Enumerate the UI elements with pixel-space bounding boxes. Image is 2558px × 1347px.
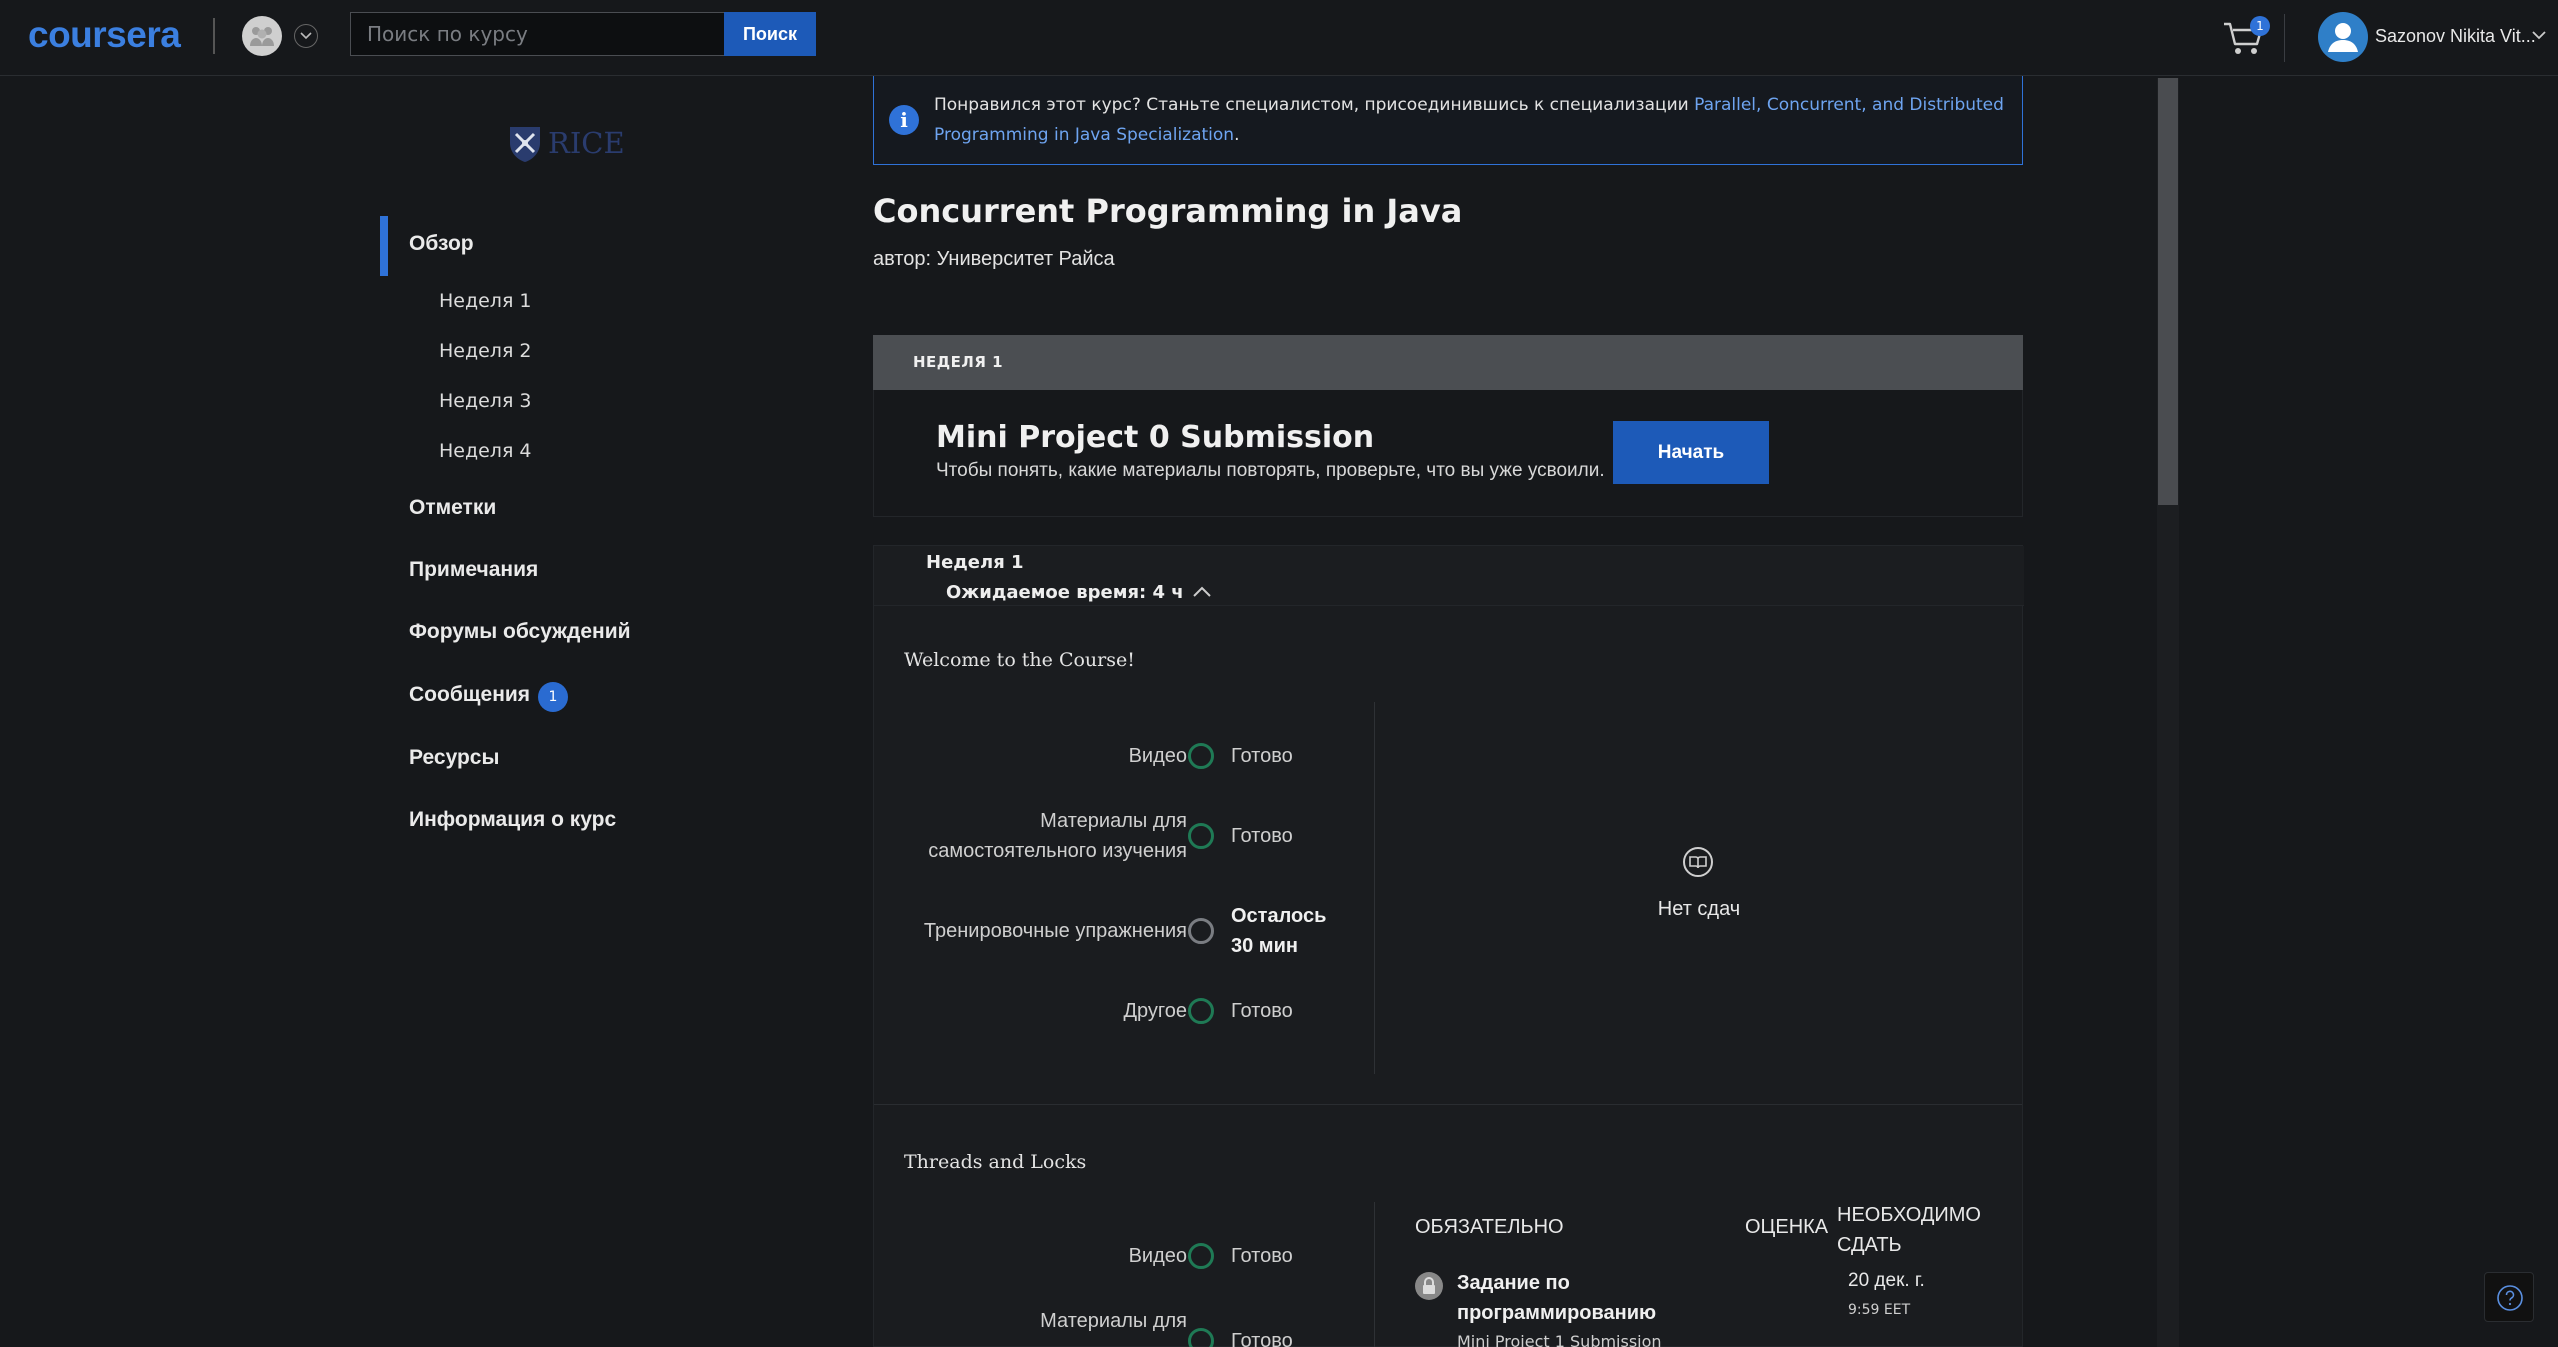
row-label: Другое — [1123, 1000, 1187, 1022]
sidebar-item-week-2[interactable]: Неделя 2 — [439, 340, 532, 362]
sidebar-item-overview[interactable]: Обзор — [409, 232, 474, 256]
chevron-down-icon — [300, 32, 312, 40]
mini-project-title: Mini Project 0 Submission — [936, 420, 1375, 455]
due-date: 20 дек. г. — [1848, 1270, 1925, 1291]
rice-logo-text: RICE — [548, 126, 625, 160]
top-bar: coursera Поиск 1 Sazonov Nikita Vit... — [0, 0, 2558, 76]
header-divider — [213, 18, 215, 54]
cart-count-badge: 1 — [2250, 16, 2270, 36]
row-status: Готово — [1231, 1245, 1293, 1267]
user-name[interactable]: Sazonov Nikita Vit... — [2375, 26, 2536, 47]
week-panel-title: Неделя 1 — [926, 552, 1024, 573]
course-title: Concurrent Programming in Java — [873, 192, 1463, 230]
mini-project-card: Mini Project 0 Submission Чтобы понять, … — [873, 390, 2023, 517]
week-header: НЕДЕЛЯ 1 — [873, 335, 2023, 390]
chevron-up-icon[interactable] — [1192, 586, 1212, 598]
people-icon — [250, 27, 274, 46]
user-avatar[interactable] — [2318, 12, 2368, 62]
status-done-icon — [1188, 1328, 1214, 1347]
section-divider-vertical — [1374, 1202, 1375, 1347]
section-title[interactable]: Welcome to the Course! — [904, 649, 1135, 671]
sidebar-item-week-3[interactable]: Неделя 3 — [439, 390, 532, 412]
user-icon — [2328, 23, 2358, 52]
header-divider — [2284, 14, 2285, 62]
messages-count-badge: 1 — [538, 682, 568, 712]
row-status: Готово — [1231, 1000, 1293, 1022]
sidebar-item-course-info[interactable]: Информация о курс — [409, 808, 616, 832]
search-button[interactable]: Поиск — [724, 12, 816, 56]
status-done-icon — [1188, 743, 1214, 769]
row-label: Материалы для — [1040, 1310, 1187, 1332]
banner-text: Понравился этот курс? Станьте специалист… — [934, 95, 2004, 145]
book-icon — [1683, 847, 1713, 877]
status-done-icon — [1188, 1243, 1214, 1269]
header-required: ОБЯЗАТЕЛЬНО — [1415, 1216, 1564, 1238]
sidebar-item-grades[interactable]: Отметки — [409, 496, 496, 520]
org-avatar[interactable] — [242, 16, 282, 56]
status-done-icon — [1188, 998, 1214, 1024]
sidebar-item-messages[interactable]: Сообщения — [409, 683, 530, 707]
week-panel-header[interactable]: Неделя 1 Ожидаемое время: 4 ч — [874, 546, 2024, 606]
status-pending-icon — [1188, 918, 1214, 944]
mini-project-description: Чтобы понять, какие материалы повторять,… — [936, 460, 1605, 481]
sidebar-item-week-4[interactable]: Неделя 4 — [439, 440, 532, 462]
row-status: Осталось 30 мин — [1231, 905, 1327, 957]
lock-icon — [1415, 1272, 1443, 1300]
week-1-panel: Неделя 1 Ожидаемое время: 4 ч Welcome to… — [873, 545, 2024, 1347]
start-button[interactable]: Начать — [1613, 421, 1769, 484]
row-status: Готово — [1231, 825, 1293, 847]
row-label: Видео — [1128, 1245, 1187, 1267]
header-due: НЕОБХОДИМО СДАТЬ — [1837, 1204, 1981, 1256]
row-label: Видео — [1128, 745, 1187, 767]
chevron-down-icon[interactable] — [2532, 30, 2546, 40]
no-submissions-text: Нет сдач — [1657, 898, 1741, 920]
org-switcher-button[interactable] — [294, 24, 318, 48]
coursera-logo[interactable]: coursera — [28, 14, 181, 56]
active-nav-indicator — [380, 216, 388, 276]
row-status: Готово — [1231, 745, 1293, 767]
assignment-title[interactable]: Задание по программированию — [1457, 1268, 1687, 1328]
scrollbar-thumb[interactable] — [2158, 78, 2178, 505]
header-grade: ОЦЕНКА — [1745, 1216, 1829, 1238]
status-done-icon — [1188, 823, 1214, 849]
sidebar-item-notes[interactable]: Примечания — [409, 558, 538, 582]
row-label: Материалы для самостоятельного изучения — [928, 810, 1187, 862]
row-status: Готово — [1231, 1330, 1293, 1347]
search-input[interactable] — [350, 12, 724, 56]
section-divider — [874, 1104, 2022, 1105]
due-time: 9:59 EET — [1848, 1302, 1911, 1318]
estimated-time: Ожидаемое время: 4 ч — [946, 582, 1184, 603]
row-label: Тренировочные упражнения — [923, 920, 1187, 942]
rice-university-logo: RICE — [508, 124, 625, 164]
rice-shield-icon — [510, 127, 540, 162]
section-title[interactable]: Threads and Locks — [904, 1151, 1086, 1173]
help-icon — [2497, 1285, 2523, 1311]
section-divider-vertical — [1374, 702, 1375, 1074]
assignment-subtitle[interactable]: Mini Project 1 Submission — [1457, 1332, 1662, 1347]
week-header-label: НЕДЕЛЯ 1 — [913, 353, 1004, 371]
specialization-banner: i Понравился этот курс? Станьте специали… — [873, 76, 2023, 165]
sidebar-item-forums[interactable]: Форумы обсуждений — [409, 620, 631, 644]
sidebar-item-resources[interactable]: Ресурсы — [409, 746, 499, 770]
course-author: автор: Университет Райса — [873, 248, 1115, 270]
sidebar-item-week-1[interactable]: Неделя 1 — [439, 290, 532, 312]
help-button[interactable] — [2484, 1272, 2534, 1322]
info-icon: i — [889, 105, 919, 135]
